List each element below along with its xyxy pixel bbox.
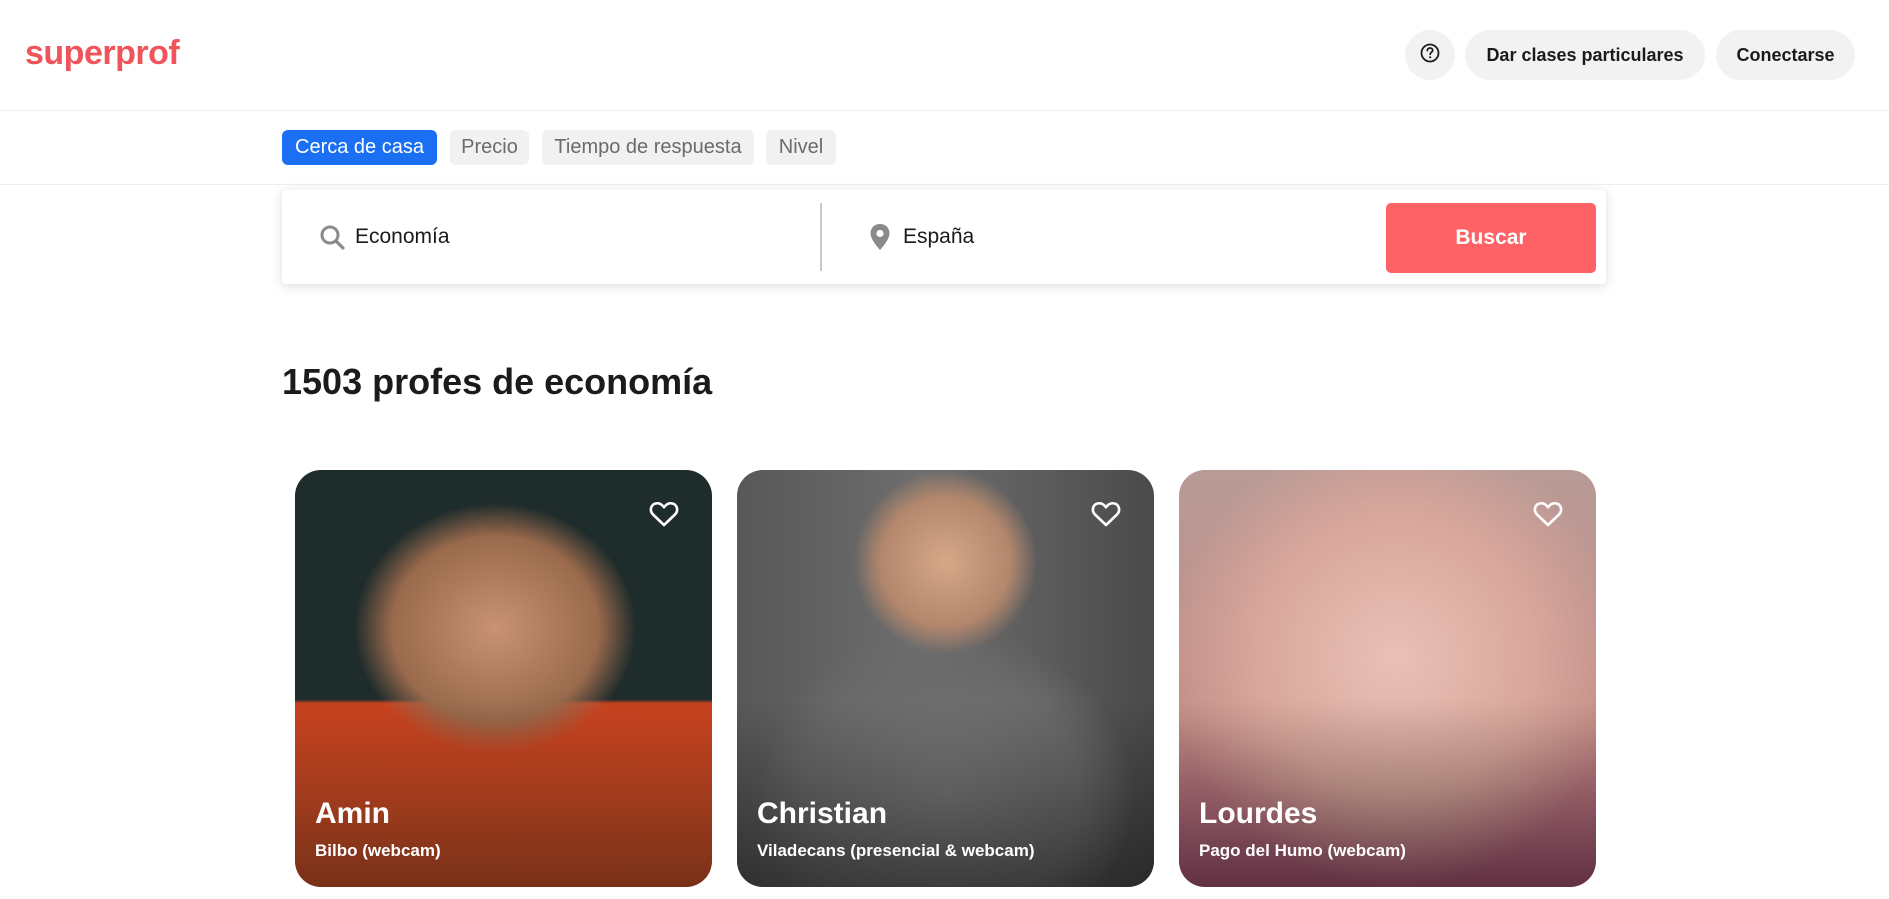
tutor-card[interactable]: Lourdes Pago del Humo (webcam) xyxy=(1179,470,1596,887)
question-circle-icon xyxy=(1419,42,1441,69)
tutor-card[interactable]: Amin Bilbo (webcam) xyxy=(295,470,712,887)
tutor-name: Christian xyxy=(757,797,888,830)
location-value: España xyxy=(903,225,975,248)
filter-chip-price[interactable]: Precio xyxy=(450,130,529,165)
top-header: superprof Dar clases particulares Conect… xyxy=(0,0,1889,111)
heart-outline-icon[interactable] xyxy=(1532,498,1564,530)
help-button[interactable] xyxy=(1405,30,1455,80)
tutor-location: Bilbo (webcam) xyxy=(315,841,441,860)
filter-bar: Cerca de casa Precio Tiempo de respuesta… xyxy=(0,111,1889,185)
heart-outline-icon[interactable] xyxy=(648,498,680,530)
search-icon xyxy=(317,222,347,252)
filter-chip-level[interactable]: Nivel xyxy=(766,130,836,165)
heart-outline-icon[interactable] xyxy=(1090,498,1122,530)
login-button[interactable]: Conectarse xyxy=(1716,30,1855,80)
subject-value: Economía xyxy=(355,225,450,248)
teach-classes-button[interactable]: Dar clases particulares xyxy=(1465,30,1705,80)
location-search-input[interactable]: España xyxy=(865,190,1365,284)
search-button[interactable]: Buscar xyxy=(1386,203,1596,273)
tutor-name: Amin xyxy=(315,797,390,830)
tutor-name: Lourdes xyxy=(1199,797,1318,830)
tutor-card[interactable]: Christian Viladecans (presencial & webca… xyxy=(737,470,1154,887)
results-title: 1503 profes de economía xyxy=(282,361,713,402)
search-box: Economía España Buscar xyxy=(282,190,1606,284)
tutor-location: Viladecans (presencial & webcam) xyxy=(757,841,1035,860)
search-divider xyxy=(820,203,822,271)
superprof-logo[interactable]: superprof xyxy=(25,33,180,73)
location-pin-icon xyxy=(865,222,895,252)
filter-chip-near-home[interactable]: Cerca de casa xyxy=(282,130,437,165)
filter-chip-response-time[interactable]: Tiempo de respuesta xyxy=(542,130,754,165)
subject-search-input[interactable]: Economía xyxy=(317,190,817,284)
tutor-location: Pago del Humo (webcam) xyxy=(1199,841,1406,860)
